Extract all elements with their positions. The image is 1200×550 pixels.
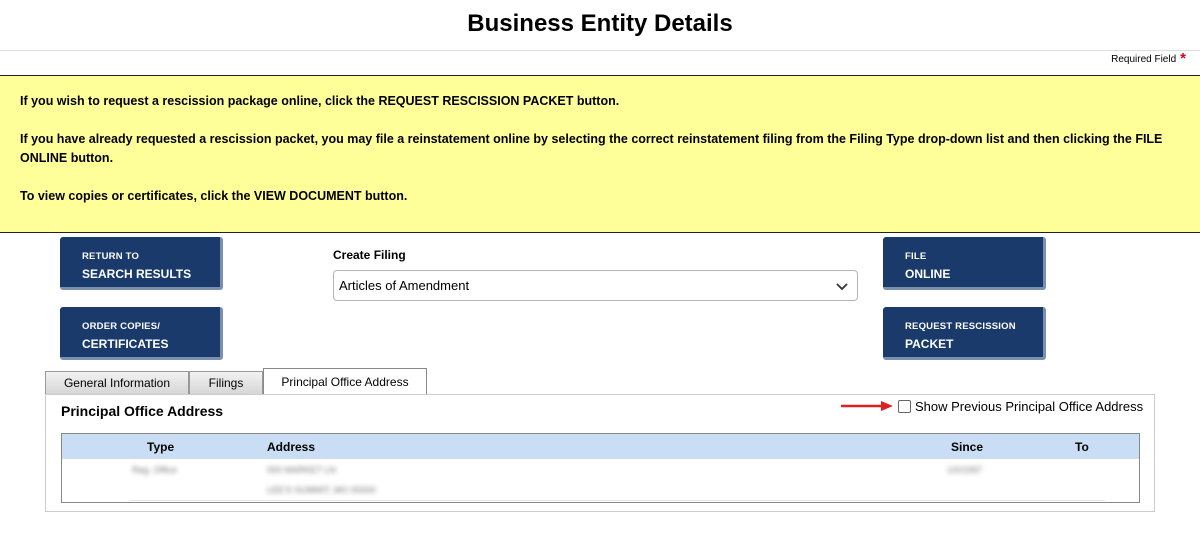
button-line2: PACKET xyxy=(905,337,954,351)
page-title: Business Entity Details xyxy=(467,10,733,37)
address-table: Type Address Since To Reg. Office 000 MA… xyxy=(61,433,1140,503)
chevron-down-icon xyxy=(836,283,848,291)
return-to-search-results-button[interactable]: RETURN TO SEARCH RESULTS xyxy=(60,237,223,290)
row-divider xyxy=(130,500,1105,501)
column-header-since: Since xyxy=(951,440,984,454)
button-line1: RETURN TO xyxy=(82,251,140,262)
tab-general-information[interactable]: General Information xyxy=(45,371,189,394)
address-type-cell: Reg. Office xyxy=(132,465,177,475)
button-line1: FILE xyxy=(905,251,927,262)
filing-type-selected-value: Articles of Amendment xyxy=(339,278,470,293)
notice-line-rescission: If you wish to request a rescission pack… xyxy=(20,94,620,108)
button-line1: ORDER COPIES/ xyxy=(82,321,161,332)
required-field-note: Required Field * xyxy=(1111,50,1186,67)
required-field-label: Required Field xyxy=(1111,54,1177,65)
address-line1-cell: 000 MARKET LN xyxy=(267,465,336,475)
request-rescission-packet-button[interactable]: REQUEST RESCISSION PACKET xyxy=(883,307,1046,360)
button-line1: REQUEST RESCISSION xyxy=(905,321,1016,332)
create-filing-label: Create Filing xyxy=(333,248,406,262)
principal-office-panel: Principal Office Address Show Previous P… xyxy=(45,394,1155,512)
notice-line-copies: To view copies or certificates, click th… xyxy=(20,189,408,203)
show-previous-label: Show Previous Principal Office Address xyxy=(915,399,1144,414)
column-header-address: Address xyxy=(267,440,316,454)
instructions-notice: If you wish to request a rescission pack… xyxy=(0,75,1200,233)
address-line2-cell: LEE'S SUMMIT, MO 00000 xyxy=(267,485,376,495)
tab-principal-office-address[interactable]: Principal Office Address xyxy=(263,368,427,395)
file-online-button[interactable]: FILE ONLINE xyxy=(883,237,1046,290)
red-arrow-icon xyxy=(841,401,893,411)
address-table-header: Type Address Since To xyxy=(62,434,1139,459)
show-previous-checkbox[interactable] xyxy=(898,400,911,413)
title-divider xyxy=(0,50,1200,51)
button-line2: CERTIFICATES xyxy=(82,337,169,351)
required-asterisk-icon: * xyxy=(1180,50,1186,67)
column-header-to: To xyxy=(1075,440,1089,454)
table-row: Reg. Office 000 MARKET LN LEE'S SUMMIT, … xyxy=(62,459,1139,503)
filing-type-select[interactable]: Articles of Amendment xyxy=(333,270,858,301)
order-copies-certificates-button[interactable]: ORDER COPIES/ CERTIFICATES xyxy=(60,307,223,360)
button-line2: ONLINE xyxy=(905,267,951,281)
column-header-type: Type xyxy=(147,440,175,454)
since-cell: 1/0/1997 xyxy=(947,465,983,475)
panel-title: Principal Office Address xyxy=(61,403,224,419)
button-line2: SEARCH RESULTS xyxy=(82,267,192,281)
tab-filings[interactable]: Filings xyxy=(189,371,263,394)
notice-line-reinstatement: If you have already requested a rescissi… xyxy=(20,132,1163,165)
show-previous-address-toggle[interactable]: Show Previous Principal Office Address xyxy=(898,399,1143,414)
